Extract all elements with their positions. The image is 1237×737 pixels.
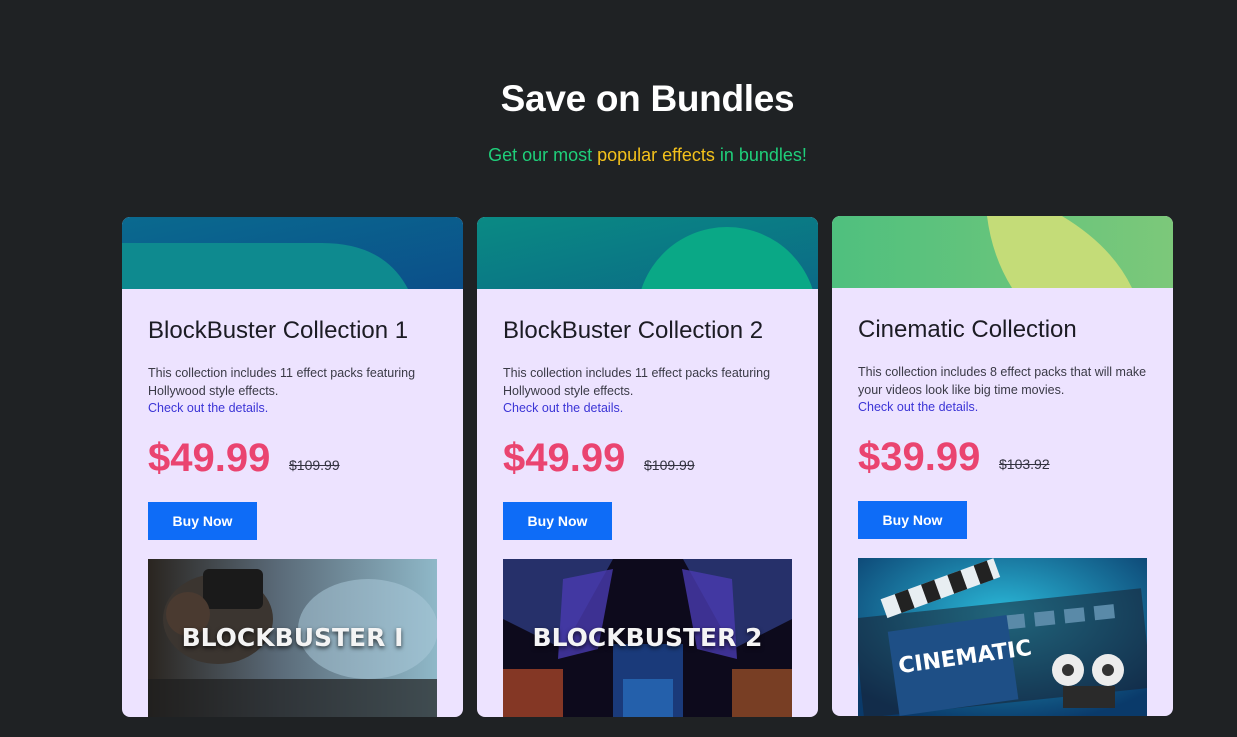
- sale-price: $49.99: [503, 436, 626, 480]
- details-link[interactable]: Check out the details.: [858, 400, 978, 414]
- subtitle-pre: Get our most: [488, 145, 598, 165]
- sale-price: $49.99: [148, 436, 271, 480]
- original-price: $103.92: [999, 456, 1050, 472]
- sale-price: $39.99: [858, 435, 981, 479]
- section-title: Save on Bundles: [500, 78, 795, 119]
- bundle-card-3: Cinematic Collection This collection inc…: [832, 216, 1173, 716]
- bundle-card-2: BlockBuster Collection 2 This collection…: [477, 217, 818, 717]
- bundle-thumbnail[interactable]: BLOCKBUSTER I: [148, 559, 437, 717]
- card-header-banner: [122, 217, 463, 289]
- card-header-banner: [477, 217, 818, 289]
- original-price: $109.99: [289, 457, 340, 473]
- buy-now-button[interactable]: Buy Now: [148, 502, 257, 540]
- card-title: Cinematic Collection: [858, 316, 1077, 343]
- buy-now-button[interactable]: Buy Now: [858, 501, 967, 539]
- subtitle-post: in bundles!: [714, 145, 807, 165]
- section-subtitle: Get our most popular effects in bundles!: [0, 145, 1237, 166]
- card-header-banner: [832, 216, 1173, 288]
- thumbnail-label: BLOCKBUSTER 2: [532, 623, 763, 652]
- bundle-thumbnail[interactable]: BLOCKBUSTER 2: [503, 559, 792, 717]
- thumbnail-label: BLOCKBUSTER I: [181, 623, 404, 652]
- bundle-thumbnail[interactable]: CINEMATIC: [858, 558, 1147, 716]
- buy-now-button[interactable]: Buy Now: [503, 502, 612, 540]
- details-link[interactable]: Check out the details.: [148, 401, 268, 415]
- card-description: This collection includes 11 effect packs…: [503, 366, 771, 398]
- subtitle-highlight: popular effects: [597, 145, 715, 165]
- details-link[interactable]: Check out the details.: [503, 401, 623, 415]
- card-title: BlockBuster Collection 2: [503, 317, 764, 344]
- card-title: BlockBuster Collection 1: [148, 317, 409, 344]
- original-price: $109.99: [644, 457, 695, 473]
- bundle-card-1: BlockBuster Collection 1 This collection…: [122, 217, 463, 717]
- card-description: This collection includes 8 effect packs …: [858, 365, 1147, 397]
- card-description: This collection includes 11 effect packs…: [148, 366, 416, 398]
